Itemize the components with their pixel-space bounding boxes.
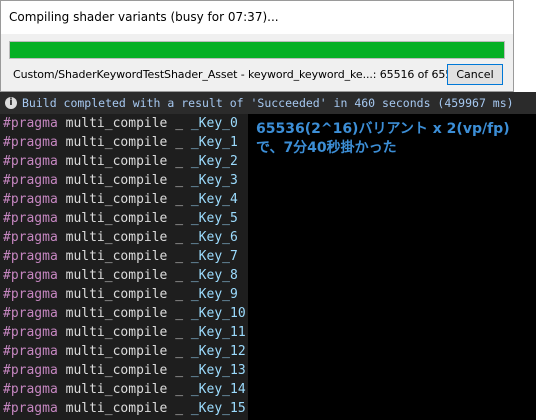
code-line: #pragma multi_compile _ _Key_10: [3, 304, 246, 323]
pragma-keyword: #pragma: [3, 268, 58, 283]
background-window-edge: [514, 0, 536, 92]
pragma-keyword: #pragma: [3, 249, 58, 264]
multi-compile-text: multi_compile _: [65, 344, 191, 359]
code-line: #pragma multi_compile _ _Key_6: [3, 228, 238, 247]
code-line: #pragma multi_compile _ _Key_11: [3, 323, 246, 342]
multi-compile-text: multi_compile _: [65, 230, 191, 245]
shader-keyword: _Key_8: [190, 268, 238, 283]
build-result-banner[interactable]: i Build completed with a result of 'Succ…: [0, 92, 536, 114]
multi-compile-text: multi_compile _: [65, 325, 191, 340]
shader-keyword: _Key_7: [190, 249, 238, 264]
code-line: #pragma multi_compile _ _Key_14: [3, 380, 246, 399]
multi-compile-text: multi_compile _: [65, 363, 191, 378]
shader-keyword: _Key_0: [190, 116, 238, 131]
progress-bar-fill: [10, 42, 504, 58]
multi-compile-text: multi_compile _: [65, 306, 191, 321]
code-line: #pragma multi_compile _ _Key_2: [3, 152, 238, 171]
shader-keyword: _Key_10: [190, 306, 246, 321]
multi-compile-text: multi_compile _: [65, 211, 191, 226]
progress-bar: [9, 41, 505, 59]
shader-keyword: _Key_12: [190, 344, 246, 359]
code-line: #pragma multi_compile _ _Key_13: [3, 361, 246, 380]
pragma-keyword: #pragma: [3, 154, 58, 169]
code-line: #pragma multi_compile _ _Key_7: [3, 247, 238, 266]
annotation-note: 65536(2^16)バリアント x 2(vp/fp) で、7分40秒掛かった: [256, 120, 532, 158]
shader-code-listing: #pragma multi_compile _ _Key_0 #pragma mu…: [0, 114, 248, 420]
shader-keyword: _Key_14: [190, 382, 246, 397]
pragma-keyword: #pragma: [3, 325, 58, 340]
shader-keyword: _Key_11: [190, 325, 246, 340]
compile-progress-dialog: Compiling shader variants (busy for 07:3…: [0, 0, 514, 92]
pragma-keyword: #pragma: [3, 344, 58, 359]
multi-compile-text: multi_compile _: [65, 382, 191, 397]
code-line: #pragma multi_compile _ _Key_12: [3, 342, 246, 361]
pragma-keyword: #pragma: [3, 192, 58, 207]
pragma-keyword: #pragma: [3, 401, 58, 416]
pragma-keyword: #pragma: [3, 173, 58, 188]
multi-compile-text: multi_compile _: [65, 135, 191, 150]
annotation-line-2: で、7分40秒掛かった: [256, 140, 397, 156]
pragma-keyword: #pragma: [3, 230, 58, 245]
shader-keyword: _Key_9: [190, 287, 238, 302]
shader-keyword: _Key_5: [190, 211, 238, 226]
console-panel: i Build completed with a result of 'Succ…: [0, 92, 536, 420]
multi-compile-text: multi_compile _: [65, 268, 191, 283]
pragma-keyword: #pragma: [3, 306, 58, 321]
multi-compile-text: multi_compile _: [65, 249, 191, 264]
multi-compile-text: multi_compile _: [65, 401, 191, 416]
code-line: #pragma multi_compile _ _Key_4: [3, 190, 238, 209]
code-line: #pragma multi_compile _ _Key_8: [3, 266, 238, 285]
shader-keyword: _Key_3: [190, 173, 238, 188]
shader-keyword: _Key_4: [190, 192, 238, 207]
pragma-keyword: #pragma: [3, 382, 58, 397]
info-icon: i: [5, 97, 17, 109]
code-line: #pragma multi_compile _ _Key_5: [3, 209, 238, 228]
multi-compile-text: multi_compile _: [65, 173, 191, 188]
pragma-keyword: #pragma: [3, 211, 58, 226]
cancel-button[interactable]: Cancel: [447, 64, 503, 85]
pragma-keyword: #pragma: [3, 116, 58, 131]
code-line: #pragma multi_compile _ _Key_0: [3, 114, 238, 133]
multi-compile-text: multi_compile _: [65, 287, 191, 302]
annotation-line-1: 65536(2^16)バリアント x 2(vp/fp): [256, 121, 510, 137]
shader-keyword: _Key_6: [190, 230, 238, 245]
progress-status-text: Custom/ShaderKeywordTestShader_Asset - k…: [13, 68, 481, 81]
code-line: #pragma multi_compile _ _Key_1: [3, 133, 238, 152]
code-line: #pragma multi_compile _ _Key_9: [3, 285, 238, 304]
shader-keyword: _Key_15: [190, 401, 246, 416]
shader-keyword: _Key_1: [190, 135, 238, 150]
shader-keyword: _Key_2: [190, 154, 238, 169]
pragma-keyword: #pragma: [3, 363, 58, 378]
pragma-keyword: #pragma: [3, 135, 58, 150]
pragma-keyword: #pragma: [3, 287, 58, 302]
multi-compile-text: multi_compile _: [65, 154, 191, 169]
shader-keyword: _Key_13: [190, 363, 246, 378]
multi-compile-text: multi_compile _: [65, 192, 191, 207]
build-result-text: Build completed with a result of 'Succee…: [22, 96, 514, 110]
dialog-titlebar: Compiling shader variants (busy for 07:3…: [1, 1, 513, 34]
code-line: #pragma multi_compile _ _Key_15: [3, 399, 246, 418]
code-line: #pragma multi_compile _ _Key_3: [3, 171, 238, 190]
dialog-title: Compiling shader variants (busy for 07:3…: [9, 10, 279, 24]
multi-compile-text: multi_compile _: [65, 116, 191, 131]
